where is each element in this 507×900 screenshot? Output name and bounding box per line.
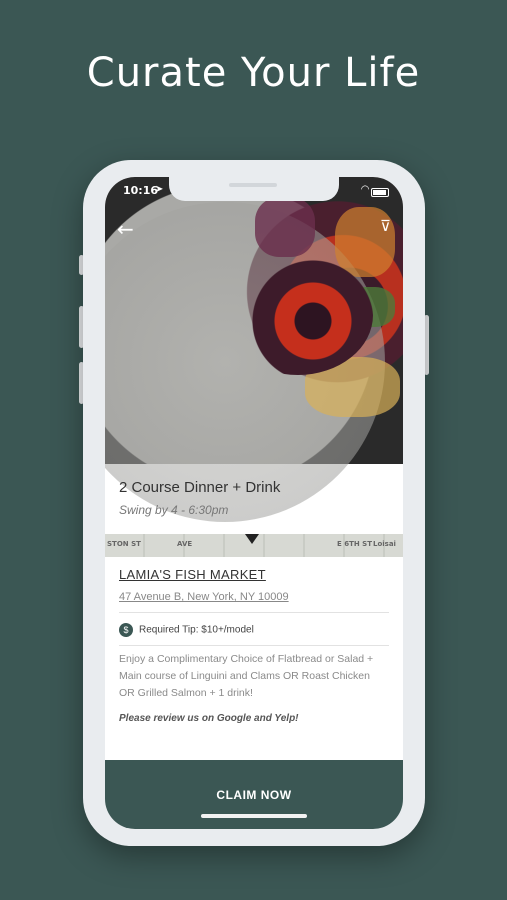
battery-icon <box>371 188 389 197</box>
map-street-label: E 6TH ST <box>337 540 372 548</box>
required-tip: $ Required Tip: $10+/model <box>119 623 254 637</box>
phone-frame: 10:16 ➤ ◠ ← ⊽ 2 Course Dinner + Drink Sw… <box>83 160 425 846</box>
venue-address-link[interactable]: 47 Avenue B, New York, NY 10009 <box>119 591 289 603</box>
map-street-label: AVE <box>177 540 193 548</box>
location-map[interactable]: STON ST AVE E 6TH ST Loisai <box>105 534 403 557</box>
tip-label: Required Tip: $10+/model <box>139 624 254 636</box>
divider <box>119 645 389 646</box>
offer-time: Swing by 4 - 6:30pm <box>119 503 229 517</box>
claim-now-button[interactable]: CLAIM NOW <box>105 760 403 829</box>
location-arrow-icon: ➤ <box>155 184 164 195</box>
home-indicator <box>201 814 307 818</box>
venue-name-link[interactable]: LAMIA'S FISH MARKET <box>119 567 266 582</box>
app-screen: 10:16 ➤ ◠ ← ⊽ 2 Course Dinner + Drink Sw… <box>105 177 403 829</box>
headline: Curate Your Life <box>86 50 421 96</box>
map-street-label: STON ST <box>107 540 141 548</box>
wifi-icon: ◠ <box>361 184 369 195</box>
map-pin-icon <box>245 534 259 544</box>
offer-description: Enjoy a Complimentary Choice of Flatbrea… <box>119 653 374 699</box>
status-time: 10:16 <box>123 184 159 197</box>
send-icon[interactable]: ⊽ <box>380 217 391 235</box>
back-arrow-icon[interactable]: ← <box>117 217 134 241</box>
review-note: Please review us on Google and Yelp! <box>119 713 299 724</box>
dollar-icon: $ <box>119 623 133 637</box>
offer-title: 2 Course Dinner + Drink <box>119 479 281 496</box>
divider <box>119 612 389 613</box>
hero-image <box>105 177 403 522</box>
status-bar: 10:16 ➤ ◠ <box>105 183 403 201</box>
map-street-label: Loisai <box>373 540 396 548</box>
